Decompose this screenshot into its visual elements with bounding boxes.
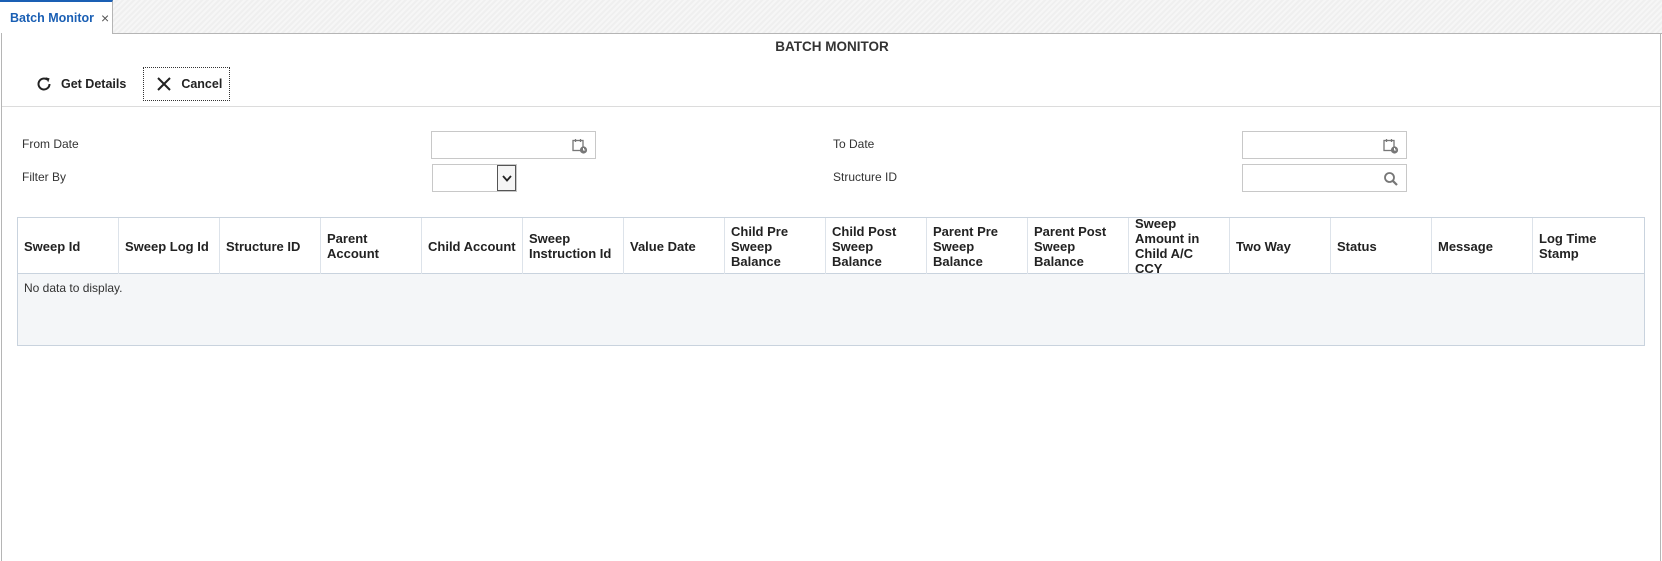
structure-id-field [1242, 164, 1407, 192]
column-header-log-time-stamp[interactable]: Log Time Stamp [1533, 218, 1644, 274]
column-header-message[interactable]: Message [1432, 218, 1533, 274]
column-header-status[interactable]: Status [1331, 218, 1432, 274]
column-header-parent-post-sweep-balance[interactable]: Parent Post Sweep Balance [1028, 218, 1129, 274]
search-icon[interactable] [1382, 170, 1400, 188]
page-title: BATCH MONITOR [775, 39, 889, 54]
empty-table-message: No data to display. [24, 281, 123, 295]
get-details-label: Get Details [61, 77, 127, 91]
tab-close-icon[interactable]: × [101, 11, 109, 25]
get-details-button[interactable]: Get Details [22, 67, 136, 101]
to-date-field [1242, 131, 1407, 159]
table-header: Sweep Id Sweep Log Id Structure ID Paren… [18, 218, 1644, 274]
to-date-label: To Date [833, 137, 875, 151]
calendar-icon[interactable] [571, 137, 589, 155]
toolbar-divider [2, 106, 1660, 107]
tab-strip: Batch Monitor × [0, 0, 1662, 34]
toolbar: Get Details Cancel [22, 67, 231, 101]
tab-batch-monitor[interactable]: Batch Monitor × [0, 0, 113, 34]
from-date-field [431, 131, 596, 159]
column-header-sweep-log-id[interactable]: Sweep Log Id [119, 218, 220, 274]
calendar-icon[interactable] [1382, 137, 1400, 155]
close-icon [157, 77, 172, 91]
column-header-value-date[interactable]: Value Date [624, 218, 725, 274]
refresh-icon [37, 77, 51, 91]
column-header-sweep-amount[interactable]: Sweep Amount in Child A/C CCY [1129, 218, 1230, 274]
tab-label: Batch Monitor [10, 11, 95, 25]
column-header-structure-id[interactable]: Structure ID [220, 218, 321, 274]
from-date-label: From Date [22, 137, 79, 151]
column-header-parent-account[interactable]: Parent Account [321, 218, 422, 274]
cancel-label: Cancel [181, 77, 223, 91]
filter-by-select[interactable] [432, 164, 517, 192]
column-header-child-post-sweep-balance[interactable]: Child Post Sweep Balance [826, 218, 927, 274]
column-header-two-way[interactable]: Two Way [1230, 218, 1331, 274]
column-header-parent-pre-sweep-balance[interactable]: Parent Pre Sweep Balance [927, 218, 1028, 274]
structure-id-label: Structure ID [833, 170, 898, 184]
column-header-sweep-instruction-id[interactable]: Sweep Instruction Id [523, 218, 624, 274]
filter-by-label: Filter By [22, 170, 67, 184]
column-header-sweep-id[interactable]: Sweep Id [18, 218, 119, 274]
chevron-down-icon[interactable] [497, 165, 516, 191]
column-header-child-pre-sweep-balance[interactable]: Child Pre Sweep Balance [725, 218, 826, 274]
cancel-button[interactable]: Cancel [143, 67, 231, 101]
column-header-child-account[interactable]: Child Account [422, 218, 523, 274]
batch-monitor-table: Sweep Id Sweep Log Id Structure ID Paren… [17, 217, 1645, 346]
